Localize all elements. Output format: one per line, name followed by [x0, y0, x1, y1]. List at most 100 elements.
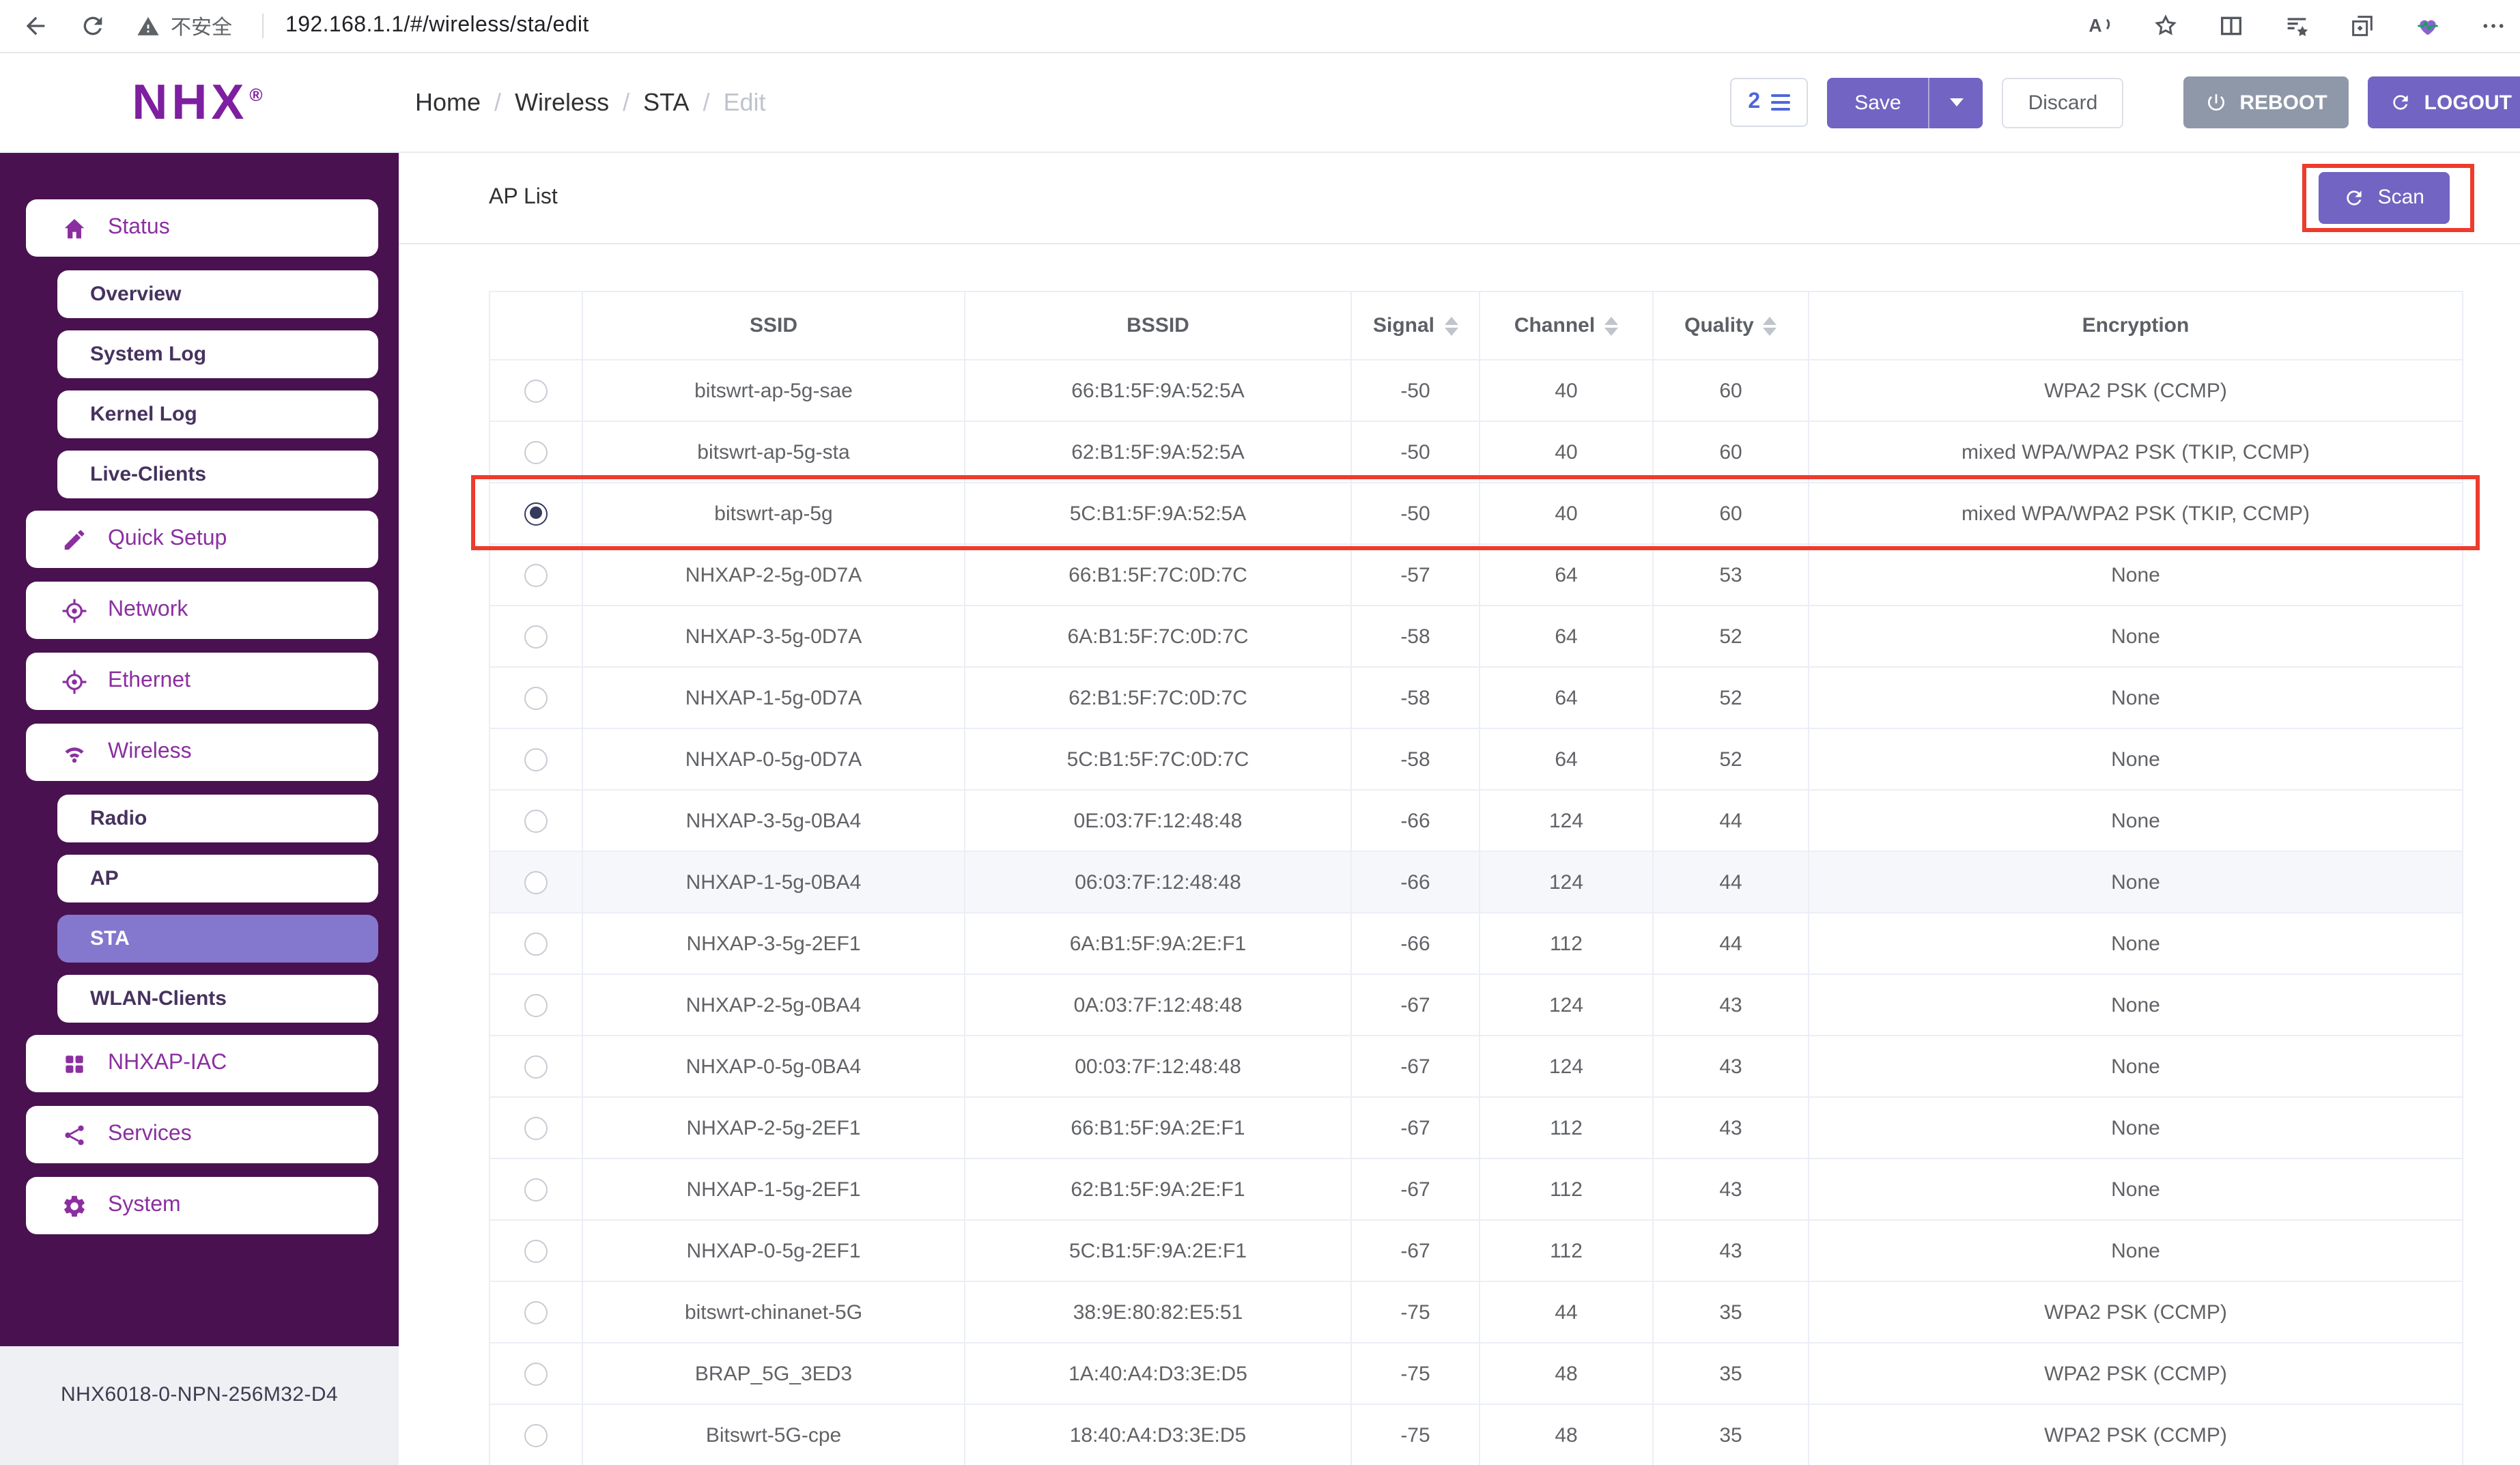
cell-select[interactable] [490, 360, 582, 421]
table-row[interactable]: Bitswrt-5G-cpe18:40:A4:D3:3E:D5-754835WP… [490, 1404, 2463, 1465]
sidebar-item-overview[interactable]: Overview [57, 270, 378, 318]
sidebar-item-system-log[interactable]: System Log [57, 330, 378, 378]
row-select-radio[interactable] [524, 1240, 548, 1263]
sidebar-item-services[interactable]: Services [26, 1106, 378, 1163]
row-select-radio[interactable] [524, 441, 548, 464]
read-aloud-icon[interactable]: A [2086, 12, 2113, 40]
cell-encryption: None [1809, 667, 2463, 728]
sidebar-item-wlan-clients[interactable]: WLAN-Clients [57, 975, 378, 1023]
table-row[interactable]: NHXAP-3-5g-0D7A6A:B1:5F:7C:0D:7C-586452N… [490, 606, 2463, 667]
table-row[interactable]: NHXAP-1-5g-2EF162:B1:5F:9A:2E:F1-6711243… [490, 1158, 2463, 1220]
sort-icon[interactable] [1764, 316, 1777, 335]
breadcrumb-item-sta[interactable]: STA [643, 88, 689, 117]
cell-select[interactable] [490, 544, 582, 606]
sidebar-item-ap[interactable]: AP [57, 855, 378, 902]
row-select-radio[interactable] [524, 625, 548, 649]
row-select-radio[interactable] [524, 748, 548, 771]
favorites-icon[interactable] [2282, 12, 2310, 40]
table-row[interactable]: NHXAP-2-5g-0BA40A:03:7F:12:48:48-6712443… [490, 974, 2463, 1036]
save-dropdown-button[interactable] [1929, 77, 1983, 128]
sidebar-item-wireless[interactable]: Wireless [26, 724, 378, 781]
sidebar-item-radio[interactable]: Radio [57, 795, 378, 842]
cell-select[interactable] [490, 1220, 582, 1281]
scan-button[interactable]: Scan [2319, 171, 2449, 223]
save-button[interactable]: Save [1827, 77, 1983, 128]
table-row[interactable]: NHXAP-3-5g-2EF16A:B1:5F:9A:2E:F1-6611244… [490, 913, 2463, 974]
cell-select[interactable] [490, 606, 582, 667]
cell-select[interactable] [490, 1097, 582, 1158]
row-select-radio[interactable] [524, 502, 548, 526]
cell-select[interactable] [490, 667, 582, 728]
row-select-radio[interactable] [524, 687, 548, 710]
more-icon[interactable] [2479, 12, 2506, 40]
cell-select[interactable] [490, 483, 582, 544]
sidebar-item-kernel-log[interactable]: Kernel Log [57, 390, 378, 438]
cell-select[interactable] [490, 728, 582, 790]
cell-select[interactable] [490, 974, 582, 1036]
reboot-button[interactable]: REBOOT [2183, 76, 2349, 128]
sidebar-item-status[interactable]: Status [26, 199, 378, 257]
cell-select[interactable] [490, 1343, 582, 1404]
table-row[interactable]: bitswrt-ap-5g-sta62:B1:5F:9A:52:5A-50406… [490, 421, 2463, 483]
table-row[interactable]: NHXAP-1-5g-0BA406:03:7F:12:48:48-6612444… [490, 851, 2463, 913]
row-select-radio[interactable] [524, 564, 548, 587]
discard-button[interactable]: Discard [2002, 77, 2124, 128]
table-row[interactable]: NHXAP-2-5g-2EF166:B1:5F:9A:2E:F1-6711243… [490, 1097, 2463, 1158]
browser-essentials-icon[interactable] [2413, 12, 2441, 40]
view-toggle-button[interactable]: 2 [1730, 78, 1808, 127]
breadcrumb-item-home[interactable]: Home [415, 88, 481, 117]
row-select-radio[interactable] [524, 1055, 548, 1079]
sidebar-item-ethernet[interactable]: Ethernet [26, 653, 378, 710]
add-favorite-icon[interactable] [2151, 12, 2179, 40]
row-select-radio[interactable] [524, 1424, 548, 1447]
row-select-radio[interactable] [524, 1117, 548, 1140]
row-select-radio[interactable] [524, 1301, 548, 1324]
column-header-signal[interactable]: Signal [1351, 291, 1480, 360]
site-security-button[interactable]: 不安全 [137, 12, 232, 40]
table-row[interactable]: NHXAP-0-5g-0D7A5C:B1:5F:7C:0D:7C-586452N… [490, 728, 2463, 790]
row-select-radio[interactable] [524, 380, 548, 403]
row-select-radio[interactable] [524, 810, 548, 833]
table-row[interactable]: NHXAP-0-5g-2EF15C:B1:5F:9A:2E:F1-6711243… [490, 1220, 2463, 1281]
cell-select[interactable] [490, 1281, 582, 1343]
row-select-radio[interactable] [524, 994, 548, 1017]
row-select-radio[interactable] [524, 1178, 548, 1201]
cell-select[interactable] [490, 790, 582, 851]
save-label[interactable]: Save [1827, 77, 1928, 128]
cell-select[interactable] [490, 851, 582, 913]
refresh-icon[interactable] [79, 12, 107, 40]
collections-icon[interactable] [2348, 12, 2375, 40]
table-row[interactable]: NHXAP-0-5g-0BA400:03:7F:12:48:48-6712443… [490, 1036, 2463, 1097]
table-row[interactable]: bitswrt-ap-5g5C:B1:5F:9A:52:5A-504060mix… [490, 483, 2463, 544]
sidebar-item-system[interactable]: System [26, 1177, 378, 1234]
sidebar-item-live-clients[interactable]: Live-Clients [57, 451, 378, 498]
logout-button[interactable]: LOGOUT [2368, 76, 2520, 128]
address-url[interactable]: 192.168.1.1/#/wireless/sta/edit [285, 14, 589, 38]
sidebar-item-network[interactable]: Network [26, 582, 378, 639]
split-screen-icon[interactable] [2217, 12, 2244, 40]
row-select-radio[interactable] [524, 871, 548, 894]
sort-icon[interactable] [1444, 316, 1458, 335]
cell-select[interactable] [490, 421, 582, 483]
cell-select[interactable] [490, 1036, 582, 1097]
table-row[interactable]: NHXAP-1-5g-0D7A62:B1:5F:7C:0D:7C-586452N… [490, 667, 2463, 728]
back-icon[interactable] [22, 12, 49, 40]
sidebar-item-sta[interactable]: STA [57, 915, 378, 963]
cell-select[interactable] [490, 1158, 582, 1220]
table-row[interactable]: bitswrt-ap-5g-sae66:B1:5F:9A:52:5A-50406… [490, 360, 2463, 421]
column-header-quality[interactable]: Quality [1653, 291, 1809, 360]
table-row[interactable]: NHXAP-3-5g-0BA40E:03:7F:12:48:48-6612444… [490, 790, 2463, 851]
table-row[interactable]: BRAP_5G_3ED31A:40:A4:D3:3E:D5-754835WPA2… [490, 1343, 2463, 1404]
cell-channel: 64 [1480, 606, 1653, 667]
row-select-radio[interactable] [524, 1363, 548, 1386]
sidebar-item-quick-setup[interactable]: Quick Setup [26, 511, 378, 568]
sort-icon[interactable] [1604, 316, 1618, 335]
table-row[interactable]: NHXAP-2-5g-0D7A66:B1:5F:7C:0D:7C-576453N… [490, 544, 2463, 606]
row-select-radio[interactable] [524, 933, 548, 956]
sidebar-item-nhxap-iac[interactable]: NHXAP-IAC [26, 1035, 378, 1092]
table-row[interactable]: bitswrt-chinanet-5G38:9E:80:82:E5:51-754… [490, 1281, 2463, 1343]
breadcrumb-item-wireless[interactable]: Wireless [515, 88, 609, 117]
cell-select[interactable] [490, 913, 582, 974]
column-header-channel[interactable]: Channel [1480, 291, 1653, 360]
cell-select[interactable] [490, 1404, 582, 1465]
